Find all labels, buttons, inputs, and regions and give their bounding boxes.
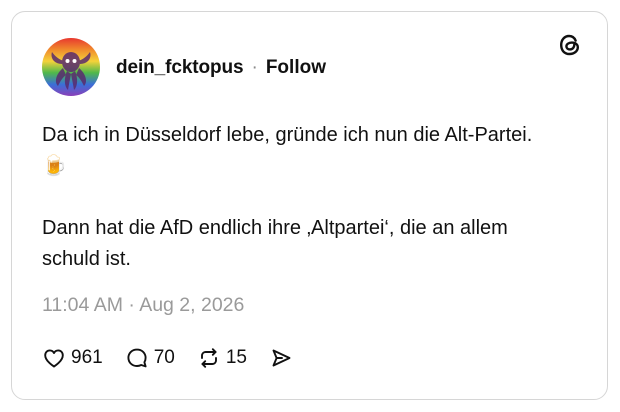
speech-bubble-icon [127, 348, 147, 368]
repost-count: 15 [225, 347, 247, 368]
post-paragraph: Dann hat die AfD endlich ihre ‚Altpartei… [42, 217, 508, 270]
repost-arrows-icon [200, 348, 217, 368]
post-paragraph: Da ich in Düsseldorf lebe, gründe ich nu… [42, 124, 533, 177]
reply-count: 70 [153, 347, 175, 368]
reply-button[interactable]: 70 [125, 346, 175, 370]
send-icon [272, 349, 291, 367]
action-bar: 961 70 15 [42, 344, 315, 372]
post-body: Da ich in Düsseldorf lebe, gründe ich nu… [42, 120, 562, 275]
post-timestamp[interactable]: 11:04 AM · Aug 2, 2026 [42, 294, 244, 317]
header-separator: · [251, 57, 258, 78]
username[interactable]: dein_fcktopus [116, 57, 244, 79]
like-button[interactable]: 961 [42, 346, 103, 370]
repost-button[interactable]: 15 [197, 346, 247, 370]
threads-logo-icon[interactable] [556, 31, 584, 59]
share-button[interactable] [269, 346, 293, 370]
heart-icon [44, 349, 64, 368]
like-count: 961 [71, 347, 103, 368]
follow-button[interactable]: Follow [266, 57, 326, 79]
rainbow-octopus-avatar-icon [42, 38, 100, 96]
post-card: dein_fcktopus · Follow Da ich in Düsseld… [11, 11, 608, 400]
post-header: dein_fcktopus · Follow [116, 56, 326, 80]
avatar[interactable] [42, 38, 100, 96]
